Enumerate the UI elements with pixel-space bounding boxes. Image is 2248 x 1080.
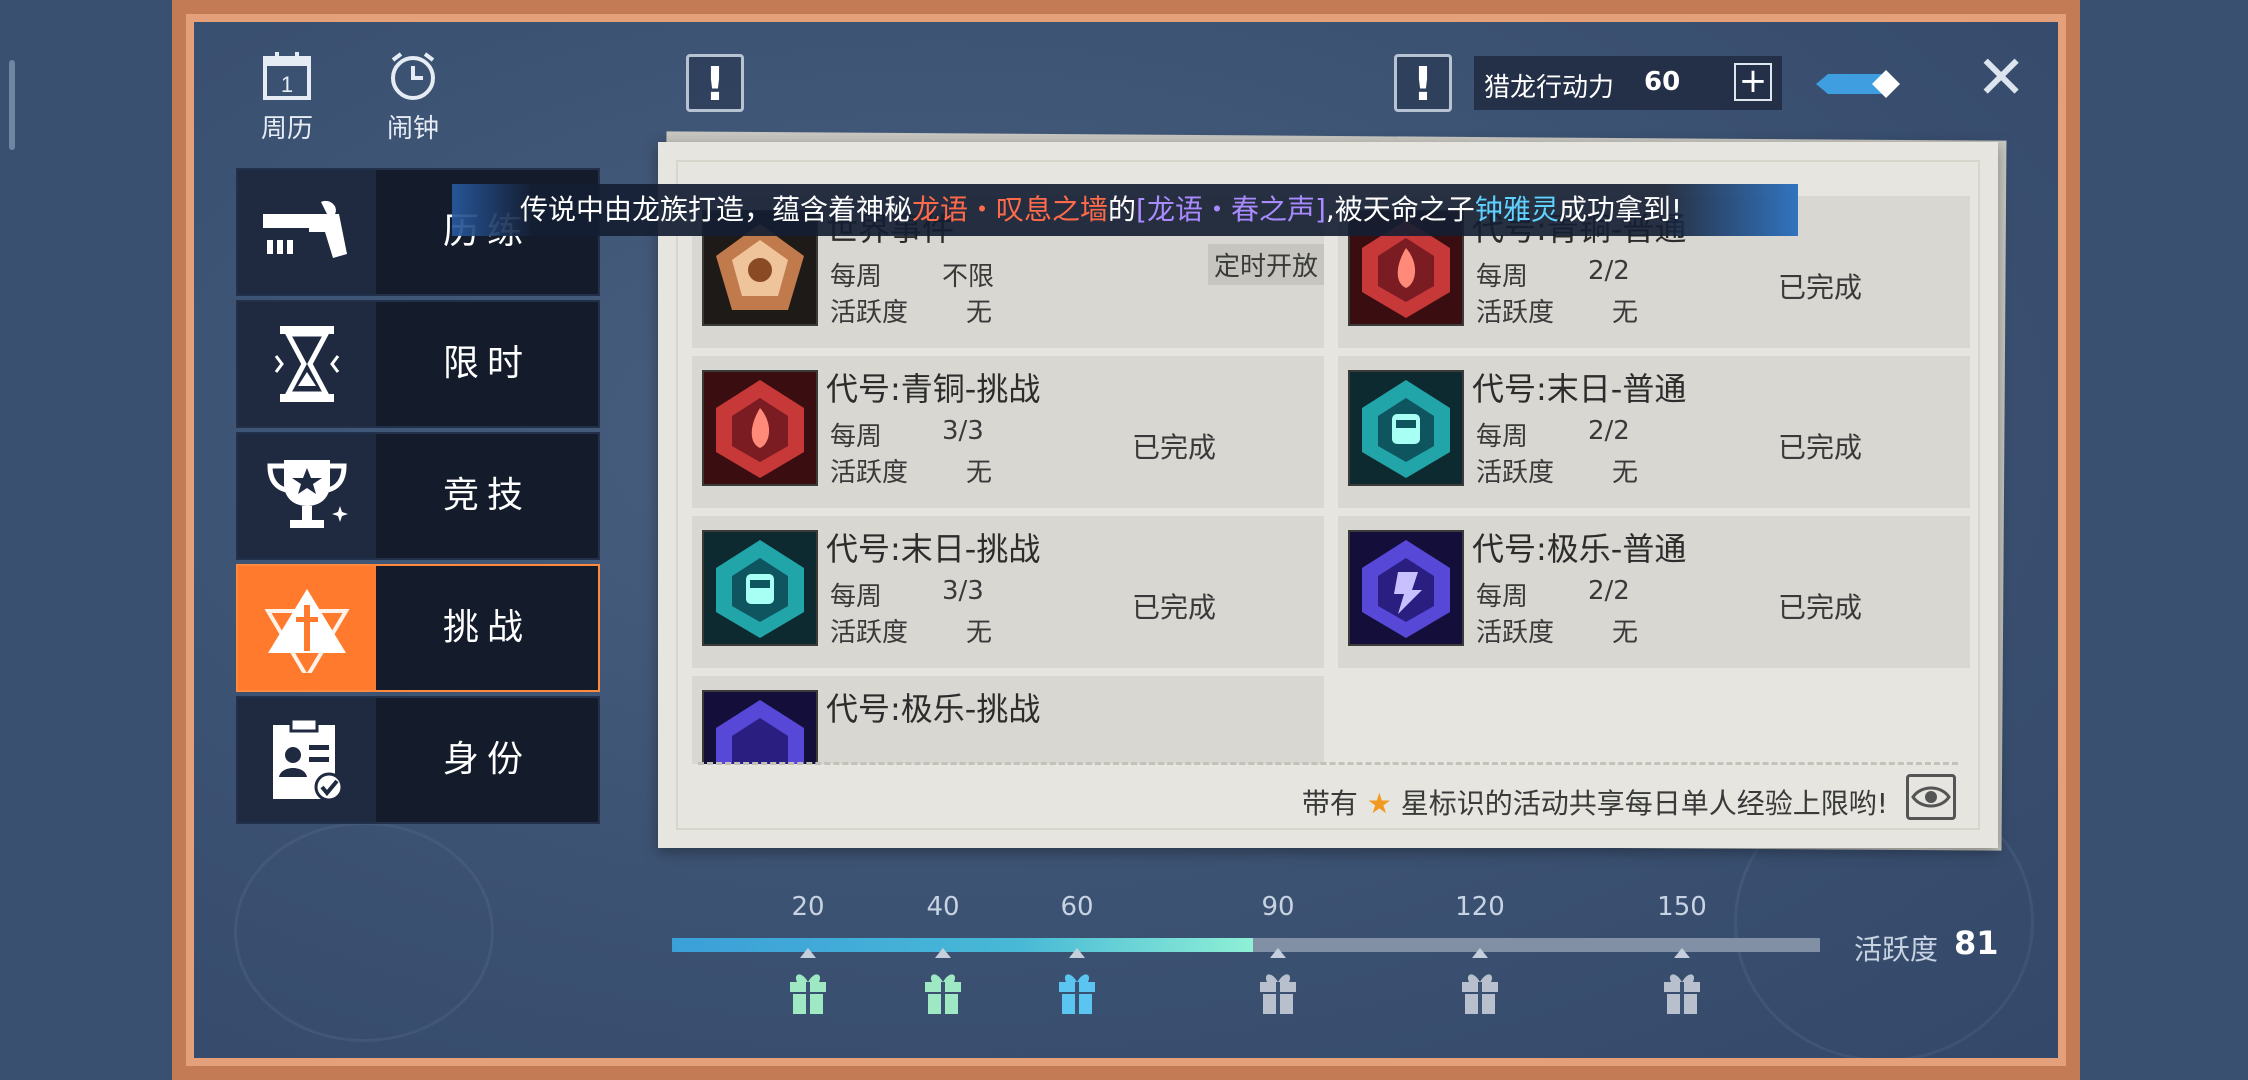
alert-button[interactable]: ! bbox=[686, 54, 744, 112]
activity-card[interactable]: 代号:极乐-挑战 bbox=[692, 676, 1324, 764]
tab-label: 竞技 bbox=[442, 475, 531, 516]
activity-value: 81 bbox=[1954, 924, 1999, 962]
activity-card[interactable]: 代号:青铜-挑战 每周 3/3 活跃度 无 已完成 bbox=[692, 356, 1324, 508]
activity-name: 代号:极乐-普通 bbox=[1472, 530, 1687, 568]
activity-name: 代号:末日-挑战 bbox=[826, 530, 1041, 568]
eye-icon[interactable] bbox=[1906, 774, 1956, 820]
teal-train-emblem-icon bbox=[1348, 370, 1464, 486]
toggle-slider[interactable] bbox=[1812, 68, 1908, 100]
left-background bbox=[0, 0, 172, 1080]
calendar-day: 1 bbox=[281, 72, 293, 97]
activity-name: 代号:极乐-挑战 bbox=[826, 690, 1041, 728]
tab-limited[interactable]: 限时 bbox=[236, 300, 600, 428]
activity-label: 活跃度 bbox=[1854, 933, 1939, 966]
milestone-value: 20 bbox=[791, 892, 825, 922]
tab-arena[interactable]: 竞技 bbox=[236, 432, 600, 560]
divider bbox=[698, 762, 1958, 765]
milestone-value: 90 bbox=[1261, 892, 1295, 922]
activity-name: 代号:青铜-挑战 bbox=[826, 370, 1041, 408]
trophy-icon bbox=[267, 460, 348, 528]
reward-milestone[interactable]: 150 bbox=[1642, 892, 1722, 1014]
activity-card[interactable]: 代号:极乐-普通 每周 2/2 活跃度 无 已完成 bbox=[1338, 516, 1970, 668]
hourglass-icon bbox=[274, 326, 340, 402]
alarm-clock-icon bbox=[391, 52, 435, 100]
status-badge: 定时开放 bbox=[1208, 244, 1324, 285]
alarm-label: 闹钟 bbox=[386, 114, 439, 144]
activity-name: 代号:末日-普通 bbox=[1472, 370, 1687, 408]
star-icon: ★ bbox=[1366, 787, 1392, 820]
status-badge: 已完成 bbox=[1778, 591, 1863, 624]
item-name: [龙语・春之声] bbox=[1136, 193, 1326, 226]
gun-icon bbox=[263, 200, 347, 258]
reward-milestone[interactable]: 120 bbox=[1440, 892, 1520, 1014]
close-button[interactable]: ✕ bbox=[1976, 48, 2026, 108]
tab-label: 限时 bbox=[442, 343, 531, 384]
teal-train-emblem-icon bbox=[702, 530, 818, 646]
status-badge: 已完成 bbox=[1778, 271, 1863, 304]
purple-emblem-icon bbox=[702, 690, 818, 764]
category-tabs: 历练 限时 竞技 bbox=[236, 168, 600, 828]
exp-share-note: 带有 ★ 星标识的活动共享每日单人经验上限哟! bbox=[1301, 787, 1888, 820]
activity-list[interactable]: 世界事件 每周 不限 活跃度 无 定时开放 代号:青铜-普通 每周 2/2 活跃… bbox=[692, 196, 1974, 764]
stamina-value: 60 bbox=[1644, 67, 1681, 97]
tab-identity[interactable]: 身份 bbox=[236, 696, 600, 824]
add-stamina-button[interactable]: + bbox=[1734, 63, 1772, 101]
calendar-label: 周历 bbox=[260, 114, 313, 144]
alarm-button[interactable]: 闹钟 bbox=[368, 48, 458, 145]
reward-milestone[interactable]: 60 bbox=[1037, 892, 1117, 1014]
calendar-icon: 1 bbox=[263, 52, 311, 100]
status-badge: 已完成 bbox=[1132, 431, 1217, 464]
activity-panel: 世界事件 每周 不限 活跃度 无 定时开放 代号:青铜-普通 每周 2/2 活跃… bbox=[658, 142, 1998, 848]
tab-label: 身份 bbox=[442, 739, 531, 780]
milestone-value: 120 bbox=[1455, 892, 1505, 922]
red-flame-emblem-icon bbox=[702, 370, 818, 486]
reward-milestone[interactable]: 20 bbox=[768, 892, 848, 1014]
activity-card[interactable]: 代号:末日-挑战 每周 3/3 活跃度 无 已完成 bbox=[692, 516, 1324, 668]
status-badge: 已完成 bbox=[1132, 591, 1217, 624]
gift-box-icon bbox=[1056, 966, 1098, 1014]
announcement-ticker: 传说中由龙族打造，蕴含着神秘龙语・叹息之墙的[龙语・春之声],被天命之子钟雅灵成… bbox=[452, 184, 1798, 236]
activity-card[interactable]: 代号:末日-普通 每周 2/2 活跃度 无 已完成 bbox=[1338, 356, 1970, 508]
tab-label: 挑战 bbox=[442, 607, 531, 648]
item-name: 龙语・叹息之墙 bbox=[912, 193, 1109, 226]
tab-challenge[interactable]: 挑战 bbox=[236, 564, 600, 692]
gift-box-icon bbox=[1661, 966, 1703, 1014]
id-clipboard-icon bbox=[273, 717, 344, 802]
milestone-value: 150 bbox=[1657, 892, 1707, 922]
purple-emblem-icon bbox=[1348, 530, 1464, 646]
player-name: 钟雅灵 bbox=[1474, 193, 1559, 226]
status-badge: 已完成 bbox=[1778, 431, 1863, 464]
side-handle[interactable] bbox=[9, 60, 15, 150]
stamina-label: 猎龙行动力 bbox=[1484, 73, 1615, 103]
stamina-alert-button[interactable]: ! bbox=[1394, 54, 1452, 112]
right-background bbox=[2080, 0, 2248, 1080]
stamina-panel: 猎龙行动力 60 + bbox=[1474, 56, 1782, 110]
reward-milestone[interactable]: 40 bbox=[903, 892, 983, 1014]
gift-box-icon bbox=[1459, 966, 1501, 1014]
sword-triangle-icon bbox=[264, 589, 350, 673]
milestone-value: 60 bbox=[1060, 892, 1094, 922]
gift-box-icon bbox=[787, 966, 829, 1014]
milestone-value: 40 bbox=[926, 892, 960, 922]
gift-box-icon bbox=[922, 966, 964, 1014]
gift-box-icon bbox=[1257, 966, 1299, 1014]
reward-milestone[interactable]: 90 bbox=[1238, 892, 1318, 1014]
calendar-button[interactable]: 1 周历 bbox=[242, 48, 332, 145]
